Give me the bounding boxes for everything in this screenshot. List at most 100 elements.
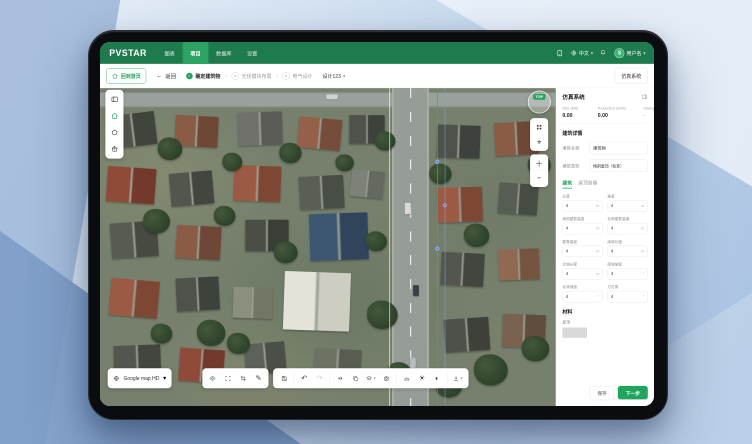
screenshot-button[interactable]	[379, 371, 394, 386]
step-dot-icon	[282, 72, 289, 79]
step-define-building[interactable]: ✓ 确定建筑物	[186, 72, 220, 79]
map-tree	[279, 143, 301, 164]
param-input[interactable]: 4m	[607, 246, 647, 258]
globe-icon	[570, 50, 577, 57]
bell-icon[interactable]	[600, 49, 608, 57]
simulation-system-button[interactable]: 仿真系统	[615, 68, 648, 84]
draw-button[interactable]: ✎	[251, 371, 266, 386]
design-selector[interactable]: 设计123 ▾	[323, 72, 346, 79]
map-house	[237, 111, 283, 146]
param-unit: m	[596, 204, 599, 208]
map-house	[297, 116, 343, 150]
map-car	[413, 285, 419, 296]
draw-polygon-button[interactable]	[108, 126, 121, 139]
redo-button[interactable]: ↷	[312, 371, 327, 386]
param-input[interactable]: 4m	[562, 268, 602, 280]
param-input[interactable]: 4°	[607, 291, 647, 303]
sun-simulation-button[interactable]: ☀	[414, 371, 429, 386]
material-title: 材料	[562, 308, 647, 315]
nav-tab-charts[interactable]: 图表	[157, 42, 183, 64]
map-house	[108, 278, 160, 319]
basemap-selector[interactable]: Google map HD ▾	[108, 368, 172, 388]
layout-panel-button[interactable]	[108, 93, 121, 106]
next-step-button[interactable]: 下一步	[618, 386, 648, 399]
app-window: PVSTAR 图表 项目 数据库 设置 中文	[100, 42, 654, 406]
building-name-label: 建筑名称	[562, 145, 586, 151]
user-menu[interactable]: S 用户名 ▾	[615, 48, 646, 58]
map-house	[283, 271, 351, 332]
mirror-button[interactable]	[332, 371, 347, 386]
download-button[interactable]: ▾	[450, 371, 465, 386]
save-button[interactable]	[276, 371, 291, 386]
avatar: S	[615, 48, 625, 58]
visibility-button[interactable]	[205, 371, 220, 386]
terrain-button[interactable]	[399, 371, 414, 386]
language-selector[interactable]: 中文 ▾	[570, 49, 593, 56]
step-label: 电气设计	[293, 72, 313, 79]
username-label: 用户名	[626, 49, 641, 56]
param-input[interactable]: 4m	[562, 223, 602, 235]
copy-button[interactable]	[348, 371, 363, 386]
prism-icon	[111, 145, 119, 153]
prism-3d-button[interactable]	[108, 142, 121, 155]
back-button[interactable]: ← 返回	[156, 72, 176, 80]
step-label: 确定建筑物	[195, 72, 220, 79]
tab-building[interactable]: 建筑	[562, 179, 572, 189]
param-input[interactable]: 4m	[562, 246, 602, 258]
collapse-panel-icon[interactable]	[641, 94, 648, 101]
map-tree	[335, 154, 353, 171]
cad-node	[435, 247, 439, 251]
map-house	[436, 124, 480, 159]
step-electrical-design[interactable]: 电气设计	[282, 72, 312, 79]
terrain-icon	[403, 375, 410, 382]
building-type-select[interactable]: 倾斜屋顶（标准）	[589, 159, 647, 172]
map-canvas[interactable]: TOP ⌖ ＋ −	[100, 88, 556, 406]
crop-button[interactable]	[235, 371, 250, 386]
param-value: 4	[566, 294, 568, 299]
view-compass[interactable]: TOP	[528, 90, 551, 113]
top-navbar: PVSTAR 图表 项目 数据库 设置 中文	[100, 42, 654, 64]
home-view-button[interactable]	[108, 109, 121, 122]
tab-roof-overhang[interactable]: 屋顶悬垂	[578, 179, 597, 189]
roof-material-swatch[interactable]	[562, 327, 587, 337]
zoom-out-button[interactable]: −	[532, 170, 546, 185]
nav-tab-projects[interactable]: 项目	[183, 42, 209, 64]
map-car	[405, 203, 411, 215]
contrast-button[interactable]: ◐	[430, 371, 445, 386]
tablet-screen: PVSTAR 图表 项目 数据库 设置 中文	[100, 42, 654, 406]
home-icon	[111, 112, 119, 120]
locate-button[interactable]: ⌖	[532, 134, 546, 149]
map-tree	[222, 153, 242, 171]
param-input[interactable]: 4m	[562, 200, 602, 212]
param-input[interactable]: 4°	[607, 268, 647, 280]
pentagon-icon	[111, 129, 119, 137]
layers-button[interactable]: ▾	[363, 371, 378, 386]
param-label: 南侧屋檐高度	[562, 216, 602, 221]
param-input[interactable]: 4°	[562, 291, 602, 303]
zoom-in-button[interactable]: ＋	[532, 156, 546, 171]
param-label: 北坡长度	[562, 261, 602, 266]
building-name-input[interactable]: 建筑物	[589, 142, 647, 155]
chevron-down-icon: ▾	[374, 376, 376, 380]
undo-button[interactable]: ↶	[297, 371, 312, 386]
map-tree	[143, 209, 170, 234]
contrast-icon: ◐	[435, 375, 439, 382]
param-input[interactable]: 4m	[607, 200, 647, 212]
marketing-background: PVSTAR 图表 项目 数据库 设置 中文	[0, 0, 752, 444]
save-button[interactable]: 保存	[590, 386, 614, 400]
map-car	[326, 94, 338, 99]
device-icon[interactable]	[556, 49, 564, 57]
back-home-button[interactable]: 回到首页	[106, 68, 146, 83]
param-label: 长度	[562, 193, 602, 198]
panel-tabs: 建筑 屋顶悬垂	[562, 179, 647, 189]
nav-tab-database[interactable]: 数据库	[208, 42, 239, 64]
cad-guide-line	[445, 88, 446, 406]
map-house	[444, 317, 491, 353]
map-tree	[151, 324, 173, 344]
nav-tab-settings[interactable]: 设置	[239, 42, 265, 64]
select-area-button[interactable]	[220, 371, 235, 386]
map-tree	[365, 231, 387, 251]
param-input[interactable]: 4m	[607, 223, 647, 235]
step-module-layout[interactable]: 光伏模块布局	[231, 72, 271, 79]
fit-view-button[interactable]	[532, 120, 546, 135]
